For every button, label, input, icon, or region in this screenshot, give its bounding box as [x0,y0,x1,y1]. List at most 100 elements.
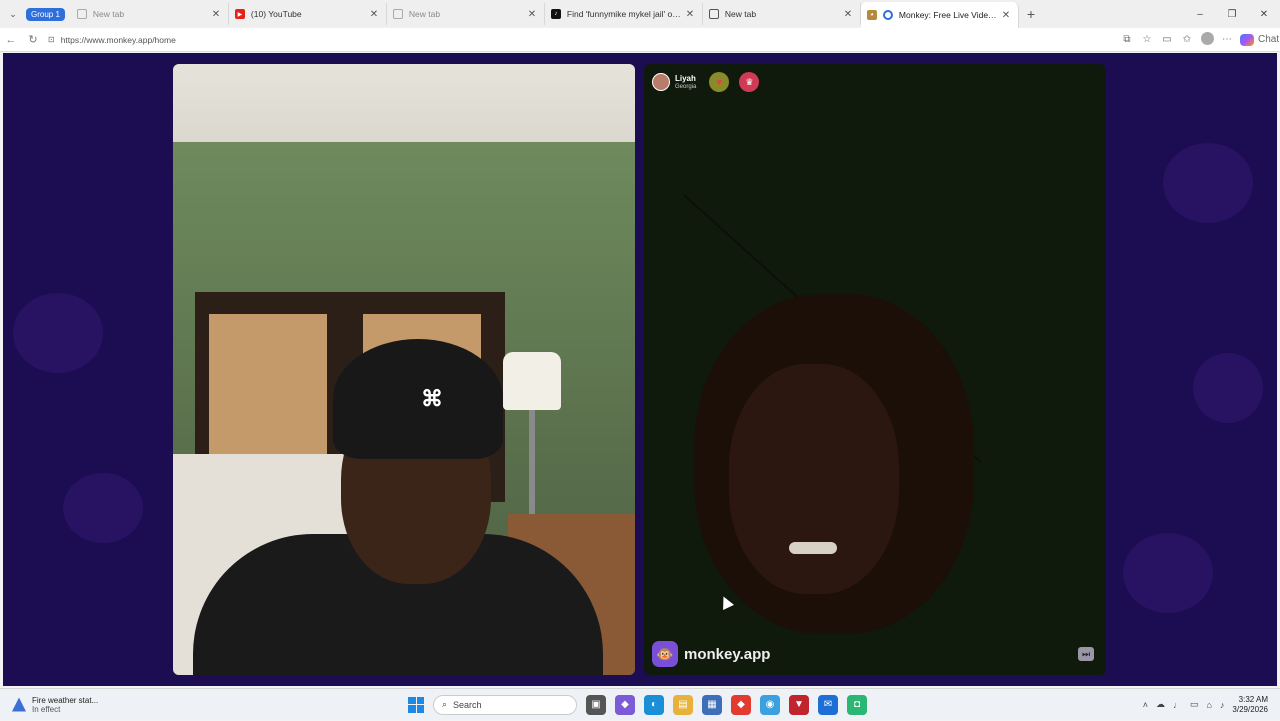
weather-title: Fire weather stat... [32,695,99,705]
gift-icon[interactable]: ♛ [739,72,760,92]
store-icon[interactable]: ▦ [702,694,722,715]
windows-start-icon[interactable] [408,696,424,713]
minimize-icon[interactable]: – [1184,9,1216,20]
background-decoration [13,293,103,373]
camera-icon[interactable]: ▭ [1160,34,1174,45]
profile-avatar[interactable] [1200,31,1214,48]
chevron-up-icon[interactable]: ˄ [1143,700,1148,710]
local-video-feed: ⌘ [173,64,635,675]
tiktok-icon: ♪ [550,9,561,19]
mouse-pointer-icon [718,594,734,610]
close-icon[interactable]: ✕ [1000,10,1012,21]
display-icon[interactable]: ▭ [1190,699,1199,710]
recording-icon [882,10,893,20]
refresh-icon[interactable]: ↻ [22,33,44,46]
microphone-icon[interactable]: ♩ [1173,700,1182,710]
clock-time: 3:32 AM [1238,694,1268,704]
tab-tiktok[interactable]: ♪ Find 'funnymike mykel jail' on TikT ✕ [545,3,703,25]
address-bar: ← ↻ ⊡ https://www.monkey.app/home ⧉ ☆ ▭ … [0,28,1280,52]
system-clock[interactable]: 3:32 AM 3/29/2026 [1232,695,1268,714]
copilot-label: Chat [1258,34,1280,45]
cloud-icon[interactable]: ☁ [1156,699,1165,710]
android-app-icon[interactable]: ◘ [847,694,867,715]
site-info-icon[interactable]: ⊡ [48,35,55,44]
restore-icon[interactable]: ❐ [1216,9,1248,20]
tab-youtube[interactable]: ▶ (10) YouTube ✕ [229,3,387,25]
background-decoration [1193,353,1263,423]
window-controls: – ❐ ✕ [1184,0,1280,28]
close-window-icon[interactable]: ✕ [1248,9,1280,20]
remote-user-info: Liyah Georgia [675,74,697,90]
new-tab-button[interactable]: + [1019,6,1043,22]
copilot-chat-button[interactable]: Chat [1240,33,1280,46]
more-menu-icon[interactable]: ⋯ [1220,34,1234,45]
tab-title: Monkey: Free Live Video Chat [898,10,1000,20]
weather-subtitle: In effect [32,704,61,714]
tab-title: Find 'funnymike mykel jail' on TikT [566,9,684,19]
warning-icon [12,697,26,712]
shield-app-icon[interactable]: ▼ [789,694,809,715]
close-icon[interactable]: ✕ [210,9,222,20]
doc-icon [392,9,403,19]
weather-text: Fire weather stat... In effect [32,696,98,714]
copilot-app-icon[interactable]: ◆ [615,694,635,715]
tab-title: New tab [408,9,441,19]
tab-group-label[interactable]: Group 1 [26,7,65,21]
doc-icon [708,9,719,19]
file-explorer-icon[interactable]: ▤ [673,694,693,715]
brand-watermark: 🐵 monkey.app [652,641,770,667]
search-placeholder: Search [453,699,482,710]
avatar [652,73,670,91]
search-icon: ⌕ [442,699,448,709]
volume-icon[interactable]: ♪ [1220,700,1225,710]
brand-name: monkey.app [684,645,771,663]
remote-user-tag[interactable]: Liyah Georgia ♥ ♛ [652,72,760,92]
monkey-video-chat-page: ⌘ Liyah Georgia ♥ ♛ 🐵 monkey.app ⏭ [3,53,1277,686]
url-field[interactable]: ⊡ https://www.monkey.app/home [48,35,1120,45]
beanie-logo-icon: ⌘ [421,386,443,411]
tab-strip: ⌄ Group 1 New tab ✕ ▶ (10) YouTube ✕ New… [0,0,1280,28]
youtube-icon: ▶ [234,9,245,19]
browser-app-icon[interactable]: ◉ [760,694,780,715]
video-scene [209,314,327,462]
url-text: https://www.monkey.app/home [60,34,176,45]
taskbar-apps: ⌕ Search ▣ ◆ ◐ ▤ ▦ ◆ ◉ ▼ ✉ ◘ [408,689,867,721]
favorite-star-icon[interactable]: ☆ [1140,34,1154,45]
close-icon[interactable]: ✕ [526,9,538,20]
close-icon[interactable]: ✕ [368,9,380,20]
video-scene [729,364,899,594]
system-tray: ˄ ☁ ♩ ▭ ⌂ ♪ 3:32 AM 3/29/2026 [1143,689,1268,721]
back-icon[interactable]: ← [0,34,22,46]
favorites-icon[interactable]: ✩ [1180,34,1194,45]
video-scene [529,410,535,520]
background-decoration [63,473,143,543]
remote-video-feed: Liyah Georgia ♥ ♛ 🐵 monkey.app ⏭ [644,64,1106,675]
network-icon[interactable]: ⌂ [1206,700,1211,710]
task-view-icon[interactable]: ▣ [586,694,606,715]
monkey-icon: ◕ [866,10,877,20]
video-scene [789,542,837,554]
skip-next-icon[interactable]: ⏭ [1078,647,1094,661]
close-icon[interactable]: ✕ [842,9,854,20]
tab-monkey[interactable]: ◕ Monkey: Free Live Video Chat ✕ [860,2,1019,28]
tab-new-1[interactable]: New tab ✕ [71,3,229,25]
edge-browser-icon[interactable]: ◐ [644,694,664,715]
close-icon[interactable]: ✕ [684,9,696,20]
background-decoration [1123,533,1213,613]
app-available-icon[interactable]: ⧉ [1120,34,1134,45]
windows-taskbar: Fire weather stat... In effect ⌕ Search … [0,688,1280,720]
clock-date: 3/29/2026 [1232,704,1268,714]
weather-widget[interactable]: Fire weather stat... In effect [12,696,132,714]
taskbar-search[interactable]: ⌕ Search [433,694,577,715]
remote-user-location: Georgia [675,83,697,90]
heart-icon[interactable]: ♥ [709,72,730,92]
tab-list-menu-button[interactable]: ⌄ [0,0,26,28]
tab-new-2[interactable]: New tab ✕ [387,3,545,25]
app-diamond-icon[interactable]: ◆ [731,694,751,715]
tab-title: New tab [92,9,125,19]
tab-new-3[interactable]: New tab ✕ [703,3,861,25]
toolbar-icons: ⧉ ☆ ▭ ✩ ⋯ Chat [1120,31,1280,48]
tab-title: New tab [724,9,757,19]
background-decoration [1163,143,1253,223]
outlook-icon[interactable]: ✉ [818,694,838,715]
